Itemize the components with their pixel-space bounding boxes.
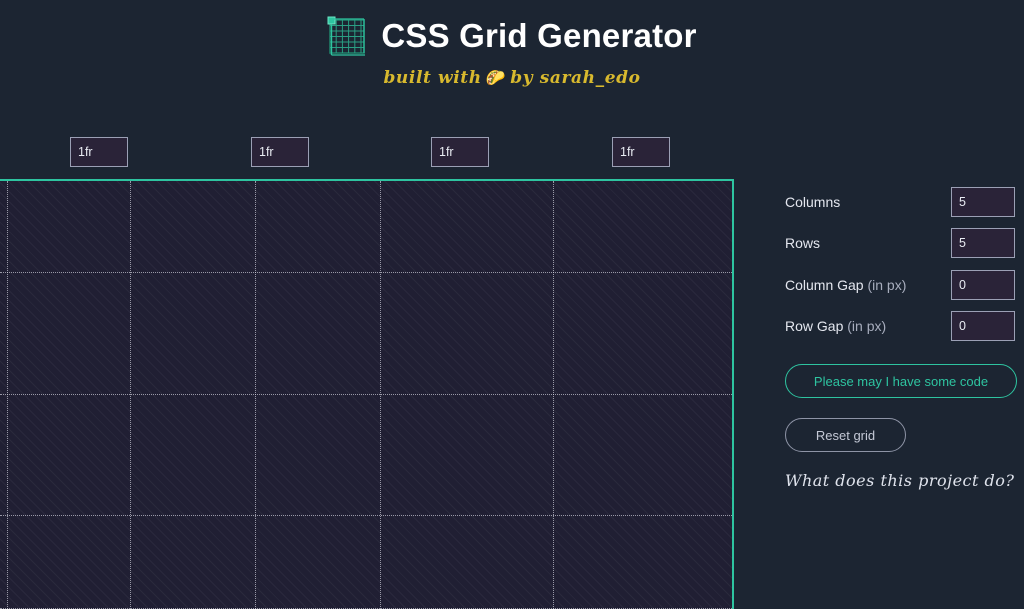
column-track-3[interactable] xyxy=(431,137,489,167)
column-track-inputs xyxy=(0,137,734,167)
reset-grid-button[interactable]: Reset grid xyxy=(785,418,906,452)
control-row-columns: Columns xyxy=(785,181,1015,223)
title-row: CSS Grid Generator xyxy=(0,10,1024,62)
control-panel: ColumnsRowsColumn Gap (in px)Row Gap (in… xyxy=(785,181,1015,347)
column-gap-unit-text: (in px) xyxy=(867,276,907,293)
subtitle-prefix: built with xyxy=(383,68,482,88)
control-row-row-gap: Row Gap (in px) xyxy=(785,306,1015,348)
grid-preview[interactable] xyxy=(0,179,734,609)
columns-label: Columns xyxy=(785,194,840,210)
subtitle: built with 🌮 by sarah_edo xyxy=(0,66,1024,90)
grid-row-line-2 xyxy=(0,394,732,395)
columns-label-text: Columns xyxy=(785,193,841,210)
grid-logo-icon xyxy=(327,16,366,56)
row-gap-input[interactable] xyxy=(951,311,1015,342)
get-code-button[interactable]: Please may I have some code xyxy=(785,364,1017,398)
column-track-2[interactable] xyxy=(251,137,309,167)
about-project-link[interactable]: What does this project do? xyxy=(785,471,1014,490)
page-header: CSS Grid Generator built with 🌮 by sarah… xyxy=(0,0,1024,100)
grid-column-line-1 xyxy=(7,181,8,609)
grid-row-line-1 xyxy=(0,272,732,273)
grid-column-line-2 xyxy=(130,181,131,609)
row-gap-label-text: Row Gap xyxy=(785,318,844,335)
control-row-rows: Rows xyxy=(785,223,1015,265)
control-row-column-gap: Column Gap (in px) xyxy=(785,264,1015,306)
rows-input[interactable] xyxy=(951,228,1015,259)
rows-label: Rows xyxy=(785,235,820,251)
column-gap-label: Column Gap (in px) xyxy=(785,277,906,293)
column-gap-input[interactable] xyxy=(951,269,1015,300)
row-gap-unit-text: (in px) xyxy=(847,318,887,335)
taco-icon: 🌮 xyxy=(485,68,507,87)
grid-column-line-5 xyxy=(553,181,554,609)
row-gap-label: Row Gap (in px) xyxy=(785,318,886,334)
column-track-1[interactable] xyxy=(70,137,128,167)
grid-column-line-3 xyxy=(255,181,256,609)
column-gap-label-text: Column Gap xyxy=(785,276,864,293)
subtitle-suffix: by sarah_edo xyxy=(510,68,641,88)
columns-input[interactable] xyxy=(951,186,1015,217)
grid-column-line-4 xyxy=(380,181,381,609)
grid-row-line-3 xyxy=(0,515,732,516)
page-title: CSS Grid Generator xyxy=(381,17,697,54)
rows-label-text: Rows xyxy=(785,235,821,252)
column-track-4[interactable] xyxy=(612,137,670,167)
